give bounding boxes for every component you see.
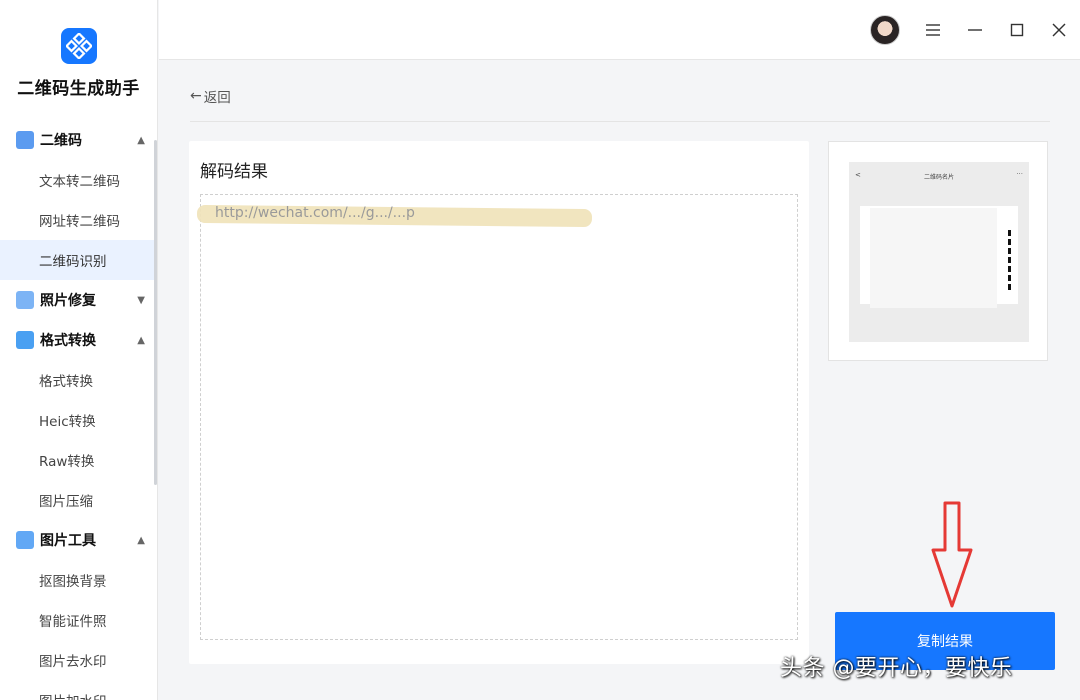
decode-result-panel: 解码结果 http://wechat.com/.../g.../...p: [189, 141, 809, 664]
chevron-up-icon[interactable]: ▲: [137, 335, 145, 346]
chevron-down-icon[interactable]: ▼: [137, 295, 145, 306]
sidebar-item[interactable]: 格式转换: [0, 360, 157, 400]
sidebar-item[interactable]: Raw转换: [0, 440, 157, 480]
result-text-wrap: http://wechat.com/.../g.../...p: [196, 204, 593, 228]
title-bar: [159, 0, 1080, 60]
annotation-arrow-down-icon: [931, 501, 973, 608]
sidebar-item[interactable]: 二维码识别: [0, 240, 157, 280]
sidebar-group-label: 照片修复: [40, 293, 96, 309]
sidebar-group-3[interactable]: 图片工具 ▲: [0, 520, 157, 560]
close-icon[interactable]: [1047, 18, 1071, 42]
maximize-icon[interactable]: [1005, 18, 1029, 42]
preview-more-icon: ···: [1016, 170, 1023, 178]
preview-title: 二维码名片: [923, 174, 954, 181]
sidebar-item[interactable]: 图片加水印: [0, 680, 157, 700]
sidebar-item[interactable]: 文本转二维码: [0, 160, 157, 200]
sidebar-group-label: 二维码: [40, 133, 82, 149]
sidebar-item[interactable]: Heic转换: [0, 400, 157, 440]
sidebar-scrollbar[interactable]: [154, 140, 157, 485]
chevron-up-icon[interactable]: ▲: [137, 535, 145, 546]
preview-card: [860, 206, 1018, 308]
sidebar-item[interactable]: 图片压缩: [0, 480, 157, 520]
sidebar-group-0[interactable]: 二维码 ▲: [0, 120, 157, 160]
sidebar-group-2[interactable]: 格式转换 ▲: [0, 320, 157, 360]
back-link[interactable]: ← 返回: [190, 86, 231, 106]
user-avatar[interactable]: [870, 15, 900, 45]
sidebar-item[interactable]: 网址转二维码: [0, 200, 157, 240]
sidebar-group-icon: [16, 291, 34, 309]
sidebar-group-icon: [16, 131, 34, 149]
result-textarea[interactable]: http://wechat.com/.../g.../...p: [196, 194, 798, 640]
result-title: 解码结果: [200, 162, 268, 182]
back-label: 返回: [203, 90, 231, 106]
minimize-icon[interactable]: [963, 18, 987, 42]
sidebar: 二维码生成助手 二维码 ▲ 文本转二维码 网址转二维码 二维码识别 照片修复 ▼ 格式转换 ▲ 格…: [0, 0, 158, 700]
preview-qr-edge: [1008, 230, 1011, 290]
sidebar-group-label: 格式转换: [40, 333, 96, 349]
app-brand: 二维码生成助手: [0, 0, 157, 120]
preview-screenshot: < 二维码名片 ···: [849, 162, 1029, 342]
watermark-text: 头条 @要开心，要快乐: [780, 656, 1013, 681]
sidebar-group-icon: [16, 531, 34, 549]
sidebar-item[interactable]: 智能证件照: [0, 600, 157, 640]
content-divider: [190, 121, 1050, 122]
preview-status-bar: [849, 162, 1029, 170]
app-logo-icon: [60, 28, 97, 64]
sidebar-nav: 二维码 ▲ 文本转二维码 网址转二维码 二维码识别 照片修复 ▼ 格式转换 ▲ 格式转换 Heic转…: [0, 120, 157, 700]
sidebar-item[interactable]: 抠图换背景: [0, 560, 157, 600]
menu-icon[interactable]: [921, 18, 945, 42]
qr-image-preview[interactable]: < 二维码名片 ···: [828, 141, 1048, 361]
chevron-up-icon[interactable]: ▲: [137, 135, 145, 146]
sidebar-group-1[interactable]: 照片修复 ▼: [0, 280, 157, 320]
back-arrow-icon: ←: [190, 88, 202, 104]
app-name: 二维码生成助手: [17, 79, 140, 99]
sidebar-item[interactable]: 图片去水印: [0, 640, 157, 680]
preview-card-inner: [870, 208, 997, 308]
sidebar-group-icon: [16, 331, 34, 349]
result-text: http://wechat.com/.../g.../...p: [215, 205, 415, 221]
sidebar-group-label: 图片工具: [40, 533, 96, 549]
